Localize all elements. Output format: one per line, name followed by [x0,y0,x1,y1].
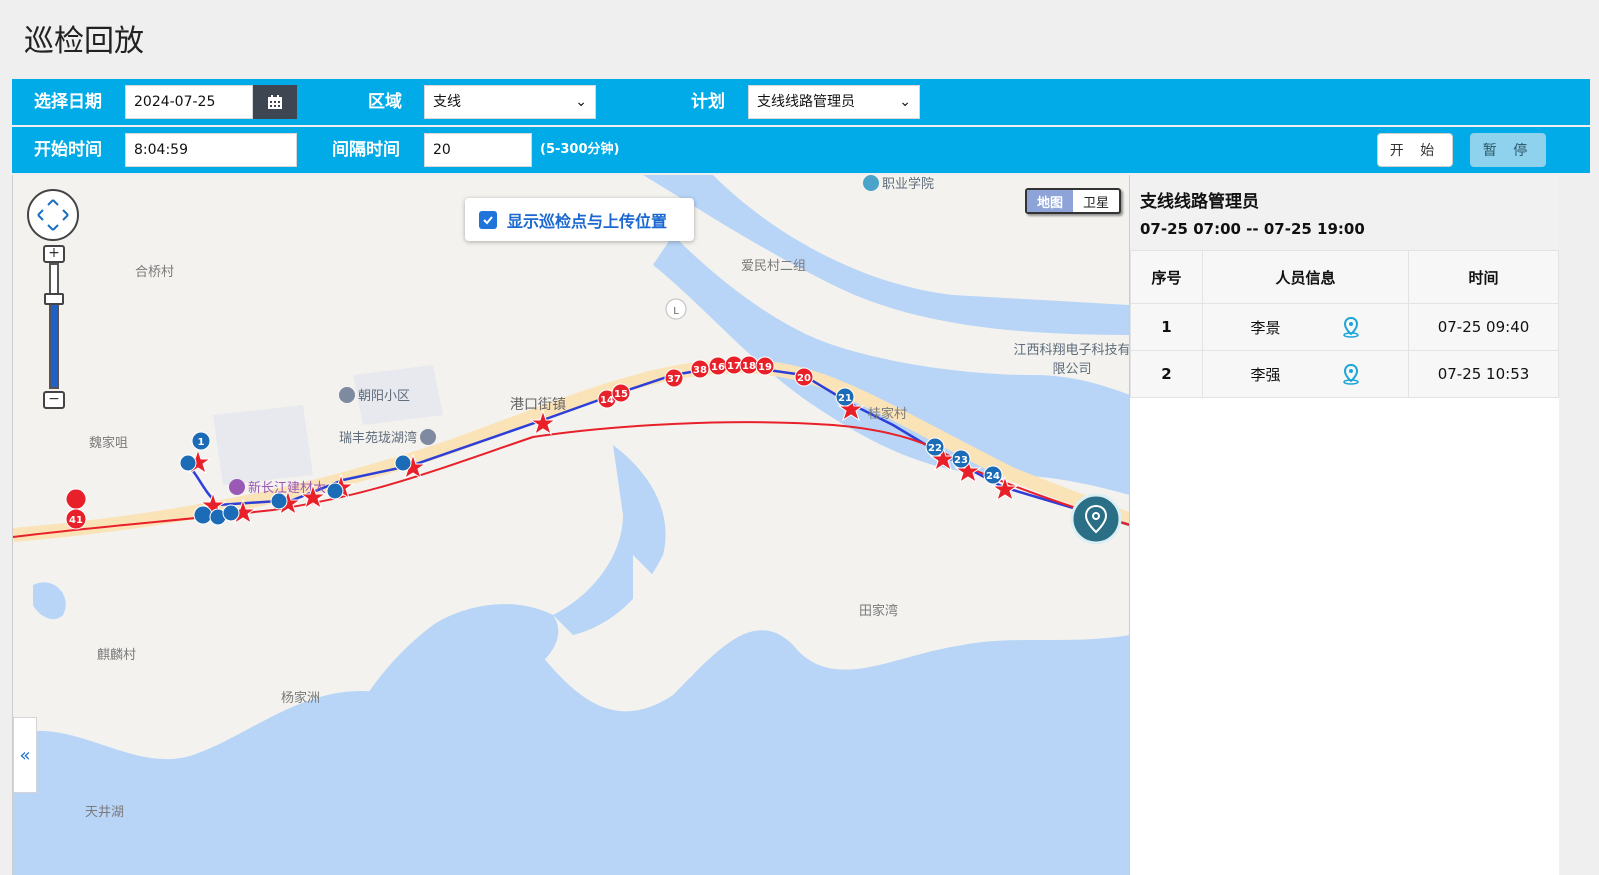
row-person: 李景 [1202,303,1409,351]
svg-text:41: 41 [69,515,83,526]
checkbox-checked-icon[interactable] [479,210,497,229]
area-select[interactable]: 支线 ⌄ [424,85,596,119]
route-marker-19[interactable]: 19 [755,356,775,376]
map-type-satellite[interactable]: 卫星 [1073,190,1119,212]
route-marker-24[interactable]: 24 [983,465,1003,485]
filter-bar-bottom: 开始时间 8:04:59 间隔时间 20 (5-300分钟) 开 始 暂 停 [12,127,1590,173]
svg-text:1: 1 [198,437,205,448]
svg-text:15: 15 [614,389,628,400]
plan-select-value: 支线线路管理员 [757,94,855,110]
pan-arrows-icon [37,199,69,231]
record-table: 序号 人员信息 时间 1 李景 07-25 09:40 2 李强 07-25 1… [1130,250,1559,398]
svg-text:38: 38 [693,365,707,376]
route-marker-layer: 1 14 15 37 38 16 17 18 19 20 21 22 23 24… [65,298,1122,545]
table-row[interactable]: 2 李强 07-25 10:53 [1130,350,1559,398]
star-marker [529,409,557,436]
svg-text:17: 17 [727,361,741,372]
route-marker-16[interactable]: 16 [708,356,728,376]
column-index: 序号 [1130,250,1203,304]
route-marker-23[interactable]: 23 [951,449,971,469]
double-chevron-left-icon: « [19,744,31,766]
map-canvas[interactable]: 合桥村 爱民村二组 朝阳小区 瑞丰苑珑湖湾 魏家咀 港口街镇 桂家村 新长江建材… [12,175,1129,875]
collapse-panel-button[interactable]: « [13,717,37,793]
time-range: 07-25 07:00 -- 07-25 19:00 [1140,220,1365,238]
plan-name: 支线线路管理员 [1140,192,1259,212]
interval-input[interactable]: 20 [424,133,532,167]
start-button[interactable]: 开 始 [1377,133,1453,167]
page-title: 巡检回放 [24,24,144,59]
show-points-toggle[interactable]: 显示巡检点与上传位置 [465,198,694,241]
record-panel-header: 支线线路管理员 07-25 07:00 -- 07-25 19:00 [1130,175,1559,250]
interval-label: 间隔时间 [332,140,400,160]
show-points-label: 显示巡检点与上传位置 [507,211,668,231]
playback-location-icon[interactable] [1070,493,1122,545]
chevron-down-icon: ⌄ [899,94,911,110]
row-time: 07-25 10:53 [1408,350,1559,398]
person-location-icon[interactable] [1341,363,1361,385]
route-marker-38[interactable]: 38 [690,359,710,379]
column-time: 时间 [1408,250,1559,304]
date-input[interactable]: 2024-07-25 [125,85,253,119]
start-time-input[interactable]: 8:04:59 [125,133,297,167]
svg-text:22: 22 [928,443,942,454]
row-time: 07-25 09:40 [1408,303,1559,351]
zoom-control: + − [43,245,65,415]
start-time-label: 开始时间 [34,140,102,160]
filter-bar-top: 选择日期 2024-07-25 区域 支线 ⌄ 计划 支线线路管理员 ⌄ [12,79,1590,125]
area-label: 区域 [368,92,402,112]
zoom-slider-handle[interactable] [44,293,64,305]
route-marker-22[interactable]: 22 [925,437,945,457]
route-marker-37[interactable]: 37 [664,368,684,388]
plus-icon: + [48,245,60,261]
row-index: 2 [1130,350,1203,398]
plan-select[interactable]: 支线线路管理员 ⌄ [748,85,920,119]
blue-cluster [179,454,412,526]
svg-text:20: 20 [797,373,811,384]
pan-control[interactable] [27,189,79,241]
zoom-out-button[interactable]: − [43,391,65,409]
interval-hint: (5-300分钟) [540,142,620,157]
map-type-map[interactable]: 地图 [1027,190,1073,212]
calendar-icon [268,95,282,109]
record-panel: 支线线路管理员 07-25 07:00 -- 07-25 19:00 序号 人员… [1129,175,1559,875]
route-marker-1[interactable]: 1 [191,431,211,451]
plan-label: 计划 [691,92,725,112]
svg-text:23: 23 [954,455,968,466]
calendar-button[interactable] [253,85,297,119]
stars [184,395,1019,525]
person-name: 李景 [1250,318,1281,337]
svg-text:L: L [673,306,679,317]
svg-text:21: 21 [838,393,852,404]
row-person: 李强 [1202,350,1409,398]
map-type-switch: 地图 卫星 [1025,188,1121,214]
route-marker-21[interactable]: 21 [835,387,855,407]
minus-icon: − [48,391,60,407]
column-person: 人员信息 [1202,250,1409,304]
star-marker [299,483,327,510]
route-marker-15[interactable]: 15 [611,383,631,403]
table-row[interactable]: 1 李景 07-25 09:40 [1130,303,1559,351]
chevron-down-icon: ⌄ [575,94,587,110]
date-label: 选择日期 [34,92,102,112]
row-index: 1 [1130,303,1203,351]
svg-text:18: 18 [742,361,756,372]
svg-text:24: 24 [986,471,1000,482]
route-marker-18[interactable]: 18 [739,355,759,375]
person-location-icon[interactable] [1341,316,1361,338]
person-name: 李强 [1250,365,1281,384]
landmark-icon: L [665,298,687,320]
route-marker-20[interactable]: 20 [794,367,814,387]
zoom-in-button[interactable]: + [43,245,65,263]
route-marker-41[interactable]: 41 [65,488,87,530]
svg-text:19: 19 [758,362,772,373]
zoom-level-fill [51,301,57,387]
pause-button[interactable]: 暂 停 [1470,133,1546,167]
area-select-value: 支线 [433,94,461,110]
svg-text:16: 16 [711,362,725,373]
svg-text:14: 14 [600,395,614,406]
svg-text:37: 37 [667,374,681,385]
